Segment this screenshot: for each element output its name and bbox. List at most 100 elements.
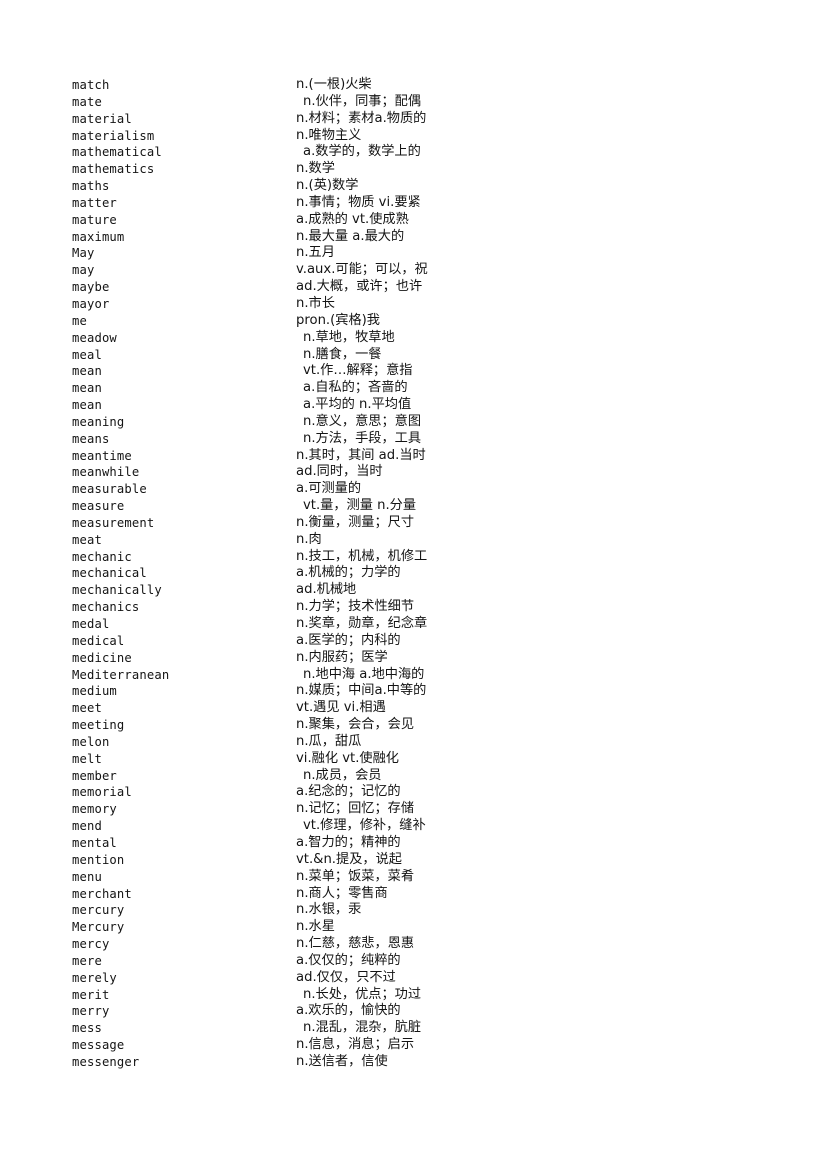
entry-headword: meadow [72,330,117,345]
entry-definition: n.力学；技术性细节 [296,599,415,615]
entry-headword: mechanic [72,549,132,564]
entry-definition: n.草地，牧草地 [303,329,395,345]
entry-definition: n.数学 [296,161,335,177]
entry-definition: n.奖章，勋章，纪念章 [296,616,428,631]
entry-definition: a.欢乐的，愉快的 [296,1003,401,1019]
entry-headword: mathematical [72,145,162,160]
glossary-entry: messenger n.送信者，信使 [72,1054,492,1071]
entry-definition: n.水星 [296,919,335,935]
glossary-entry: memory n.记忆；回忆；存储 [72,801,492,818]
glossary-entry: measure vt.量，测量 n.分量 [72,498,492,515]
glossary-entry: memorial a.纪念的；记忆的 [72,784,492,801]
entry-headword: medical [72,633,125,648]
entry-headword: mess [72,1021,102,1036]
glossary-entry: mechanical a.机械的；力学的 [72,565,492,582]
glossary-entry: means n.方法，手段，工具 [72,431,492,448]
entry-headword: measurement [72,515,155,530]
entry-definition: n.唯物主义 [296,127,362,143]
entry-headword: mathematics [72,162,155,177]
entry-headword: me [72,313,87,328]
entry-headword: materialism [72,128,155,143]
entry-definition: ad.仅仅，只不过 [296,969,396,985]
entry-headword: May [72,246,95,261]
entry-headword: menu [72,869,102,884]
entry-headword: memorial [72,785,132,800]
entry-definition: v.aux.可能；可以，祝 [296,262,428,278]
glossary-entry: measurement n.衡量，测量；尺寸 [72,515,492,532]
entry-headword: Mercury [72,920,125,935]
entry-headword: matter [72,195,117,210]
glossary-entry: melt vi.融化 vt.使融化 [72,751,492,768]
entry-definition: n.瓜，甜瓜 [296,733,362,749]
entry-definition: a.数学的，数学上的 [303,144,421,160]
entry-definition: n.最大量 a.最大的 [296,228,405,244]
entry-headword: medicine [72,650,132,665]
entry-headword: match [72,78,110,92]
glossary-entry: meeting n.聚集，会合，会见 [72,717,492,734]
glossary-entry: melon n.瓜，甜瓜 [72,734,492,751]
entry-headword: mean [72,381,102,396]
entry-definition: n.媒质；中间a.中等的 [296,683,427,699]
entry-headword: meet [72,701,102,716]
entry-definition: vt.量，测量 n.分量 [303,498,417,514]
glossary-entry: medal n.奖章，勋章，纪念章 [72,616,492,633]
entry-definition: pron.(宾格)我 [296,312,380,328]
entry-headword: message [72,1038,125,1053]
entry-definition: ad.大概，或许；也许 [296,279,423,295]
entry-headword: mercury [72,903,125,918]
glossary-entry: mention vt.&n.提及，说起 [72,852,492,869]
glossary-entry: meaning n.意义，意思；意图 [72,414,492,431]
entry-definition: a.机械的；力学的 [296,565,401,581]
entry-definition: n.水银，汞 [296,902,362,918]
entry-definition: n.仁慈，慈悲，恩惠 [296,936,415,952]
entry-headword: mean [72,398,102,413]
entry-definition: a.纪念的；记忆的 [296,784,401,800]
glossary-entry: Mediterranean n.地中海 a.地中海的 [72,667,492,684]
entry-definition: n.(英)数学 [296,178,359,194]
entry-definition: n.聚集，会合，会见 [296,717,415,733]
entry-definition: n.记忆；回忆；存储 [296,801,415,817]
entry-headword: mere [72,953,102,968]
glossary-entry: may v.aux.可能；可以，祝 [72,262,492,279]
glossary-entry: meal n.膳食，一餐 [72,347,492,364]
glossary-entry: member n.成员，会员 [72,768,492,785]
glossary-entry: message n.信息，消息；启示 [72,1037,492,1054]
glossary-entry: medium n.媒质；中间a.中等的 [72,683,492,700]
entry-definition: vi.融化 vt.使融化 [296,750,399,766]
entry-headword: material [72,111,132,126]
entry-definition: n.混乱，混杂，肮脏 [303,1020,422,1036]
entry-headword: mend [72,819,102,834]
glossary-entry: mess n.混乱，混杂，肮脏 [72,1020,492,1037]
entry-definition: ad.同时，当时 [296,464,383,480]
entry-headword: member [72,768,117,783]
entry-definition: vt.作…解释；意指 [303,363,413,379]
glossary-entry: mayor n.市长 [72,296,492,313]
glossary-entry: merely ad.仅仅，只不过 [72,970,492,987]
glossary-entry: medical a.医学的；内科的 [72,633,492,650]
entry-definition: n.地中海 a.地中海的 [303,666,425,682]
glossary-entry: mend vt.修理，修补，缝补 [72,818,492,835]
entry-definition: n.材料；素材a.物质的 [296,110,427,126]
entry-headword: measurable [72,482,147,497]
glossary-entry: meat n.肉 [72,532,492,549]
entry-headword: meaning [72,414,125,429]
entry-headword: medal [72,617,110,631]
entry-headword: melon [72,734,110,749]
entry-headword: medium [72,684,117,699]
glossary-entry: meantime n.其时，其间 ad.当时 [72,448,492,465]
glossary-entry: maybe ad.大概，或许；也许 [72,279,492,296]
entry-definition: n.成员，会员 [303,767,382,783]
entry-definition: vt.遇见 vi.相遇 [296,700,386,716]
entry-definition: n.意义，意思；意图 [303,413,422,429]
glossary-entry: meanwhile ad.同时，当时 [72,464,492,481]
glossary-entry: match n.(一根)火柴 [72,77,492,94]
entry-headword: Mediterranean [72,667,170,682]
entry-definition: n.市长 [296,295,335,311]
entry-headword: meanwhile [72,465,140,480]
glossary-entry: mere a.仅仅的；纯粹的 [72,953,492,970]
entry-definition: n.内服药；医学 [296,649,388,665]
entry-definition: n.技工，机械，机修工 [296,548,428,564]
glossary-entry: May n.五月 [72,245,492,262]
entry-definition: n.商人；零售商 [296,885,388,901]
entry-headword: mental [72,835,117,850]
